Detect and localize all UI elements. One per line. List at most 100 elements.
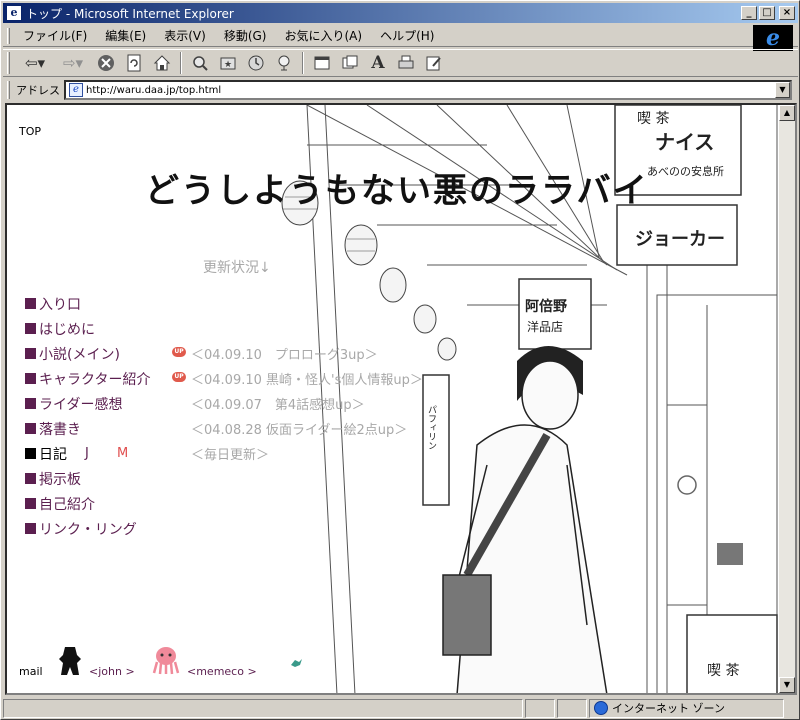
- svg-text:ジョーカー: ジョーカー: [635, 229, 725, 250]
- nav-doodles[interactable]: 落書き ＜04.08.28 仮面ライダー絵2点up＞: [25, 416, 407, 441]
- browser-window: e トップ - Microsoft Internet Explorer _ □ …: [0, 0, 800, 720]
- nav-label[interactable]: 掲示板: [39, 469, 81, 489]
- favorites-icon[interactable]: ★: [216, 51, 240, 75]
- maximize-button[interactable]: □: [759, 6, 775, 20]
- minimize-button[interactable]: _: [741, 6, 757, 20]
- bullet-icon: [25, 373, 36, 384]
- ie-page-icon: e: [6, 5, 22, 21]
- nav-bbs[interactable]: 掲示板: [25, 466, 150, 491]
- menu-go[interactable]: 移動(G): [215, 27, 276, 45]
- update-heading: 更新状況↓: [203, 260, 271, 276]
- up-badge-icon: UP: [172, 372, 186, 382]
- nav-label[interactable]: 落書き: [39, 419, 81, 439]
- title-bar[interactable]: e トップ - Microsoft Internet Explorer _ □ …: [3, 3, 798, 23]
- svg-text:★: ★: [224, 60, 232, 70]
- history-icon[interactable]: [244, 51, 268, 75]
- octopus-icon[interactable]: [151, 645, 181, 675]
- nav-link-ring[interactable]: リンク・リング: [25, 516, 150, 541]
- nav-label[interactable]: キャラクター紹介: [39, 369, 150, 389]
- stop-icon[interactable]: [94, 51, 118, 75]
- refresh-icon[interactable]: [122, 51, 146, 75]
- svg-text:パフィリン: パフィリン: [426, 405, 437, 450]
- font-icon[interactable]: A: [366, 51, 390, 75]
- nav-entrance[interactable]: 入り口: [25, 291, 150, 316]
- fullscreen-icon[interactable]: [310, 51, 334, 75]
- forward-icon[interactable]: ⇨▾: [56, 51, 90, 75]
- channels-icon[interactable]: [272, 51, 296, 75]
- nav-rider-review[interactable]: ライダー感想 ＜04.09.07 第4話感想up＞: [25, 391, 365, 416]
- nav-label[interactable]: はじめに: [39, 319, 95, 339]
- diary-link-j[interactable]: J: [85, 446, 89, 461]
- toolbar-grip[interactable]: [7, 52, 10, 74]
- nav-profile[interactable]: 自己紹介: [25, 491, 150, 516]
- address-url[interactable]: http://waru.daa.jp/top.html: [86, 85, 775, 96]
- menu-help[interactable]: ヘルプ(H): [371, 27, 443, 45]
- mail-icon[interactable]: [338, 51, 362, 75]
- bullet-icon: [25, 523, 36, 534]
- page-title: どうしようもない悪のララバイ: [145, 171, 649, 211]
- bullet-icon: [25, 448, 36, 459]
- home-icon[interactable]: [150, 51, 174, 75]
- svg-text:阿倍野: 阿倍野: [525, 298, 567, 315]
- diary-link-m[interactable]: M: [117, 446, 128, 461]
- standard-toolbar: ⇦▾ ⇨▾ ★ A: [3, 49, 798, 77]
- page-label: TOP: [19, 125, 42, 138]
- nav-label[interactable]: リンク・リング: [39, 519, 137, 539]
- internet-zone-icon: [594, 701, 608, 715]
- bullet-icon: [25, 473, 36, 484]
- bullet-icon: [25, 423, 36, 434]
- svg-text:洋品店: 洋品店: [527, 319, 563, 334]
- menu-bar: ファイル(F) 編集(E) 表示(V) 移動(G) お気に入り(A) ヘルプ(H…: [3, 25, 798, 47]
- address-input[interactable]: e http://waru.daa.jp/top.html ▼: [64, 80, 792, 100]
- vertical-scrollbar[interactable]: ▲ ▼: [779, 105, 795, 693]
- nav-label[interactable]: 入り口: [39, 294, 81, 314]
- search-icon[interactable]: [188, 51, 212, 75]
- zone-label: インターネット ゾーン: [612, 702, 725, 715]
- nav-label[interactable]: 自己紹介: [39, 494, 95, 514]
- up-badge-icon: UP: [172, 347, 186, 357]
- scroll-up-icon[interactable]: ▲: [779, 105, 795, 121]
- close-button[interactable]: ×: [779, 6, 795, 20]
- scroll-down-icon[interactable]: ▼: [779, 677, 795, 693]
- bullet-icon: [25, 323, 36, 334]
- page-content: 喫 茶 ナイス あべのの安息所 阿倍野 洋品店 パフィリン 喫 茶 ジョーカー: [5, 103, 797, 695]
- print-icon[interactable]: [394, 51, 418, 75]
- address-grip[interactable]: [7, 81, 10, 99]
- address-dropdown-icon[interactable]: ▼: [775, 82, 790, 98]
- update-note: ＜毎日更新＞: [191, 448, 270, 463]
- menu-edit[interactable]: 編集(E): [96, 27, 155, 45]
- menu-grip[interactable]: [7, 27, 10, 44]
- status-panel: [525, 698, 555, 718]
- mail-link-memeco[interactable]: <memeco >: [187, 665, 257, 678]
- edit-icon[interactable]: [422, 51, 446, 75]
- status-main-panel: [3, 698, 523, 718]
- page-icon: e: [69, 83, 83, 97]
- nav-label[interactable]: 小説(メイン): [39, 344, 120, 364]
- window-title: トップ - Microsoft Internet Explorer: [26, 6, 234, 21]
- mail-link-john[interactable]: <john >: [89, 665, 135, 678]
- update-note: ＜04.09.10 黒崎・怪人's個人情報up＞: [191, 373, 423, 388]
- nav-list: 入り口 はじめに 小説(メイン) UP ＜04.09.10 プロローグ3up＞ …: [25, 291, 423, 541]
- nav-label: 日記: [39, 446, 67, 463]
- toolbar-separator: [180, 52, 182, 74]
- nav-novel[interactable]: 小説(メイン) UP ＜04.09.10 プロローグ3up＞: [25, 341, 378, 366]
- nav-intro[interactable]: はじめに: [25, 316, 150, 341]
- menu-view[interactable]: 表示(V): [155, 27, 215, 45]
- bullet-icon: [25, 298, 36, 309]
- nav-diary: 日記 J M ＜毎日更新＞: [25, 441, 269, 466]
- back-icon[interactable]: ⇦▾: [18, 51, 52, 75]
- svg-text:喫 茶: 喫 茶: [707, 663, 739, 679]
- nav-label[interactable]: ライダー感想: [39, 394, 122, 414]
- mail-label: mail: [19, 665, 43, 678]
- menu-favorites[interactable]: お気に入り(A): [275, 27, 371, 45]
- svg-text:喫 茶: 喫 茶: [637, 111, 669, 127]
- nav-characters[interactable]: キャラクター紹介 UP ＜04.09.10 黒崎・怪人's個人情報up＞: [25, 366, 423, 391]
- bullet-icon: [25, 348, 36, 359]
- ie-logo-icon: e: [753, 25, 793, 51]
- svg-text:あべのの安息所: あべのの安息所: [647, 164, 724, 178]
- menu-file[interactable]: ファイル(F): [14, 27, 96, 45]
- status-panel: [557, 698, 587, 718]
- john-sprite-icon[interactable]: [57, 645, 83, 677]
- status-zone-panel: インターネット ゾーン: [589, 698, 784, 718]
- svg-text:ナイス: ナイス: [655, 130, 714, 154]
